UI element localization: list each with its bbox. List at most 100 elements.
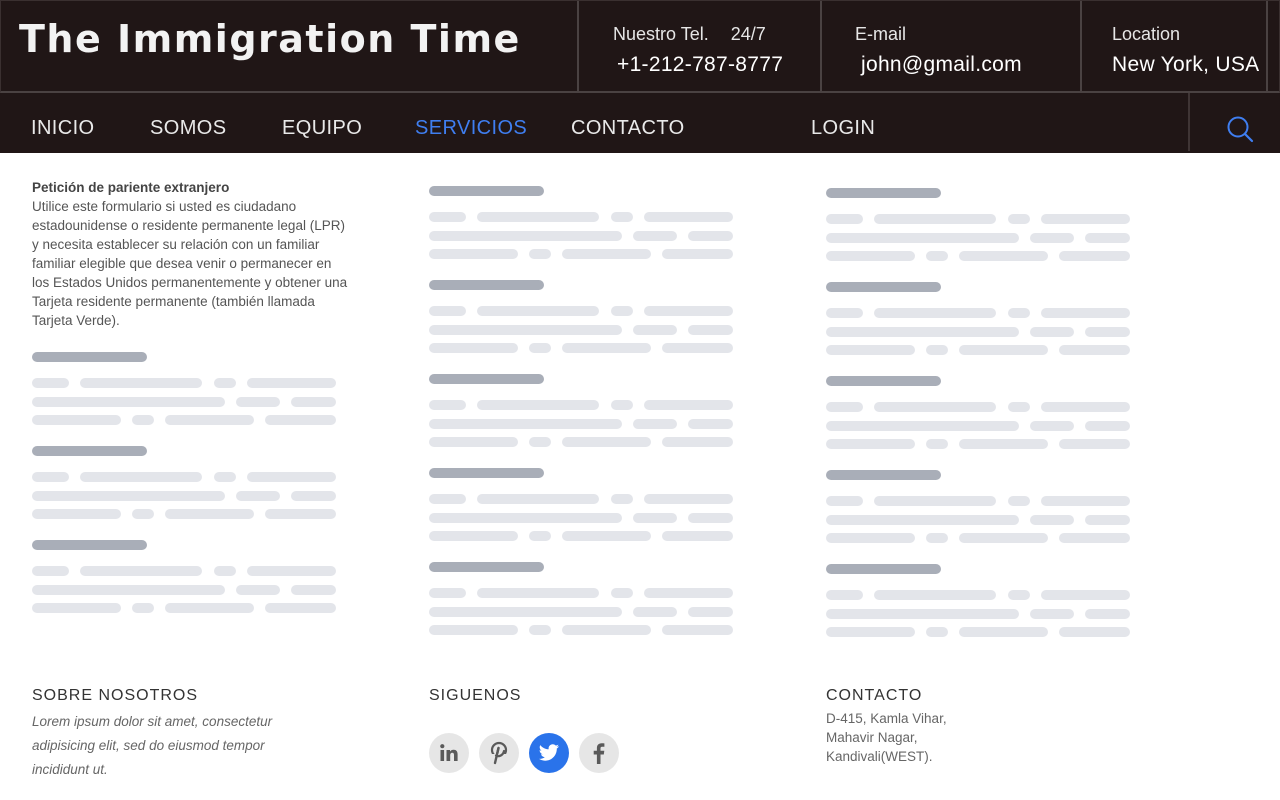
skeleton-text-bar <box>1059 533 1130 543</box>
skeleton-text-bar <box>32 415 121 425</box>
skeleton-text-bar <box>1041 214 1130 224</box>
skeleton-text-bar <box>611 494 633 504</box>
skeleton-text-bar <box>32 397 225 407</box>
site-logo-text[interactable]: The Immigration Time <box>19 17 521 61</box>
skeleton-text-bar <box>611 212 633 222</box>
skeleton-text-bar <box>1008 590 1030 600</box>
skeleton-block <box>429 374 735 468</box>
skeleton-text-bar <box>662 531 733 541</box>
skeleton-text-bar <box>688 419 733 429</box>
skeleton-text-bar <box>1059 439 1130 449</box>
phone-hours: 24/7 <box>730 24 766 44</box>
skeleton-text-bar <box>429 306 466 316</box>
skeleton-text-bar <box>429 531 518 541</box>
skeleton-text-bar <box>1008 308 1030 318</box>
skeleton-heading-bar <box>429 280 544 290</box>
skeleton-text-bar <box>1085 515 1130 525</box>
skeleton-text-bar <box>32 509 121 519</box>
skeleton-heading-bar <box>429 468 544 478</box>
skeleton-text-bar <box>959 345 1048 355</box>
skeleton-column-3 <box>826 188 1132 658</box>
main-nav: INICIO SOMOS EQUIPO SERVICIOS CONTACTO L… <box>0 93 1280 153</box>
skeleton-heading-bar <box>429 374 544 384</box>
footer-follow-title: SIGUENOS <box>429 687 522 704</box>
skeleton-text-bar <box>826 609 1019 619</box>
nav-item-servicios[interactable]: SERVICIOS <box>415 117 527 140</box>
skeleton-block <box>826 470 1132 564</box>
skeleton-text-bar <box>926 533 948 543</box>
skeleton-text-bar <box>826 533 915 543</box>
skeleton-text-bar <box>529 343 551 353</box>
search-icon[interactable] <box>1225 114 1255 144</box>
skeleton-text-bar <box>32 585 225 595</box>
twitter-icon[interactable] <box>529 733 569 773</box>
facebook-icon[interactable] <box>579 733 619 773</box>
skeleton-text-bar <box>32 472 69 482</box>
skeleton-text-bar <box>562 249 651 259</box>
skeleton-text-bar <box>80 378 202 388</box>
skeleton-text-bar <box>214 472 236 482</box>
skeleton-text-bar <box>1041 402 1130 412</box>
skeleton-text-bar <box>826 515 1019 525</box>
skeleton-text-bar <box>644 400 733 410</box>
skeleton-text-bar <box>1041 496 1130 506</box>
skeleton-text-bar <box>247 566 336 576</box>
skeleton-heading-bar <box>429 186 544 196</box>
skeleton-text-bar <box>291 491 336 501</box>
skeleton-text-bar <box>662 249 733 259</box>
location-value: New York, USA <box>1112 53 1260 76</box>
skeleton-text-bar <box>247 472 336 482</box>
skeleton-text-bar <box>826 233 1019 243</box>
skeleton-text-bar <box>1085 421 1130 431</box>
skeleton-text-bar <box>429 400 466 410</box>
skeleton-text-bar <box>236 491 280 501</box>
skeleton-text-bar <box>165 415 254 425</box>
nav-divider <box>1188 93 1190 151</box>
email-info: E-mail john@gmail.com <box>820 1 1081 93</box>
pinterest-icon[interactable] <box>479 733 519 773</box>
skeleton-block <box>826 564 1132 658</box>
skeleton-text-bar <box>959 533 1048 543</box>
skeleton-text-bar <box>662 343 733 353</box>
skeleton-heading-bar <box>826 188 941 198</box>
nav-item-contacto[interactable]: CONTACTO <box>571 117 685 140</box>
skeleton-text-bar <box>874 308 996 318</box>
skeleton-text-bar <box>429 607 622 617</box>
skeleton-text-bar <box>529 437 551 447</box>
skeleton-text-bar <box>477 588 599 598</box>
skeleton-text-bar <box>429 325 622 335</box>
nav-item-equipo[interactable]: EQUIPO <box>282 117 362 140</box>
skeleton-text-bar <box>429 437 518 447</box>
skeleton-text-bar <box>477 400 599 410</box>
skeleton-text-bar <box>1008 214 1030 224</box>
nav-item-somos[interactable]: SOMOS <box>150 117 226 140</box>
skeleton-text-bar <box>132 603 154 613</box>
skeleton-text-bar <box>826 590 863 600</box>
skeleton-text-bar <box>165 509 254 519</box>
skeleton-text-bar <box>265 415 336 425</box>
phone-number[interactable]: +1-212-787-8777 <box>617 53 783 77</box>
email-address[interactable]: john@gmail.com <box>861 53 1022 77</box>
skeleton-heading-bar <box>826 564 941 574</box>
skeleton-text-bar <box>826 496 863 506</box>
location-label: Location <box>1112 24 1181 44</box>
skeleton-text-bar <box>959 439 1048 449</box>
footer-contact-address: D-415, Kamla Vihar, Mahavir Nagar, Kandi… <box>826 711 947 764</box>
skeleton-text-bar <box>926 627 948 637</box>
skeleton-column-2 <box>429 186 735 656</box>
skeleton-text-bar <box>633 231 677 241</box>
skeleton-text-bar <box>214 378 236 388</box>
skeleton-text-bar <box>826 402 863 412</box>
phone-label: Nuestro Tel. <box>613 24 709 44</box>
nav-item-login[interactable]: LOGIN <box>811 117 875 140</box>
skeleton-text-bar <box>1085 327 1130 337</box>
skeleton-heading-bar <box>32 446 147 456</box>
skeleton-text-bar <box>132 509 154 519</box>
skeleton-text-bar <box>662 625 733 635</box>
skeleton-text-bar <box>826 345 915 355</box>
skeleton-text-bar <box>633 419 677 429</box>
skeleton-text-bar <box>688 231 733 241</box>
nav-item-inicio[interactable]: INICIO <box>31 117 95 140</box>
linkedin-icon[interactable] <box>429 733 469 773</box>
skeleton-text-bar <box>644 494 733 504</box>
